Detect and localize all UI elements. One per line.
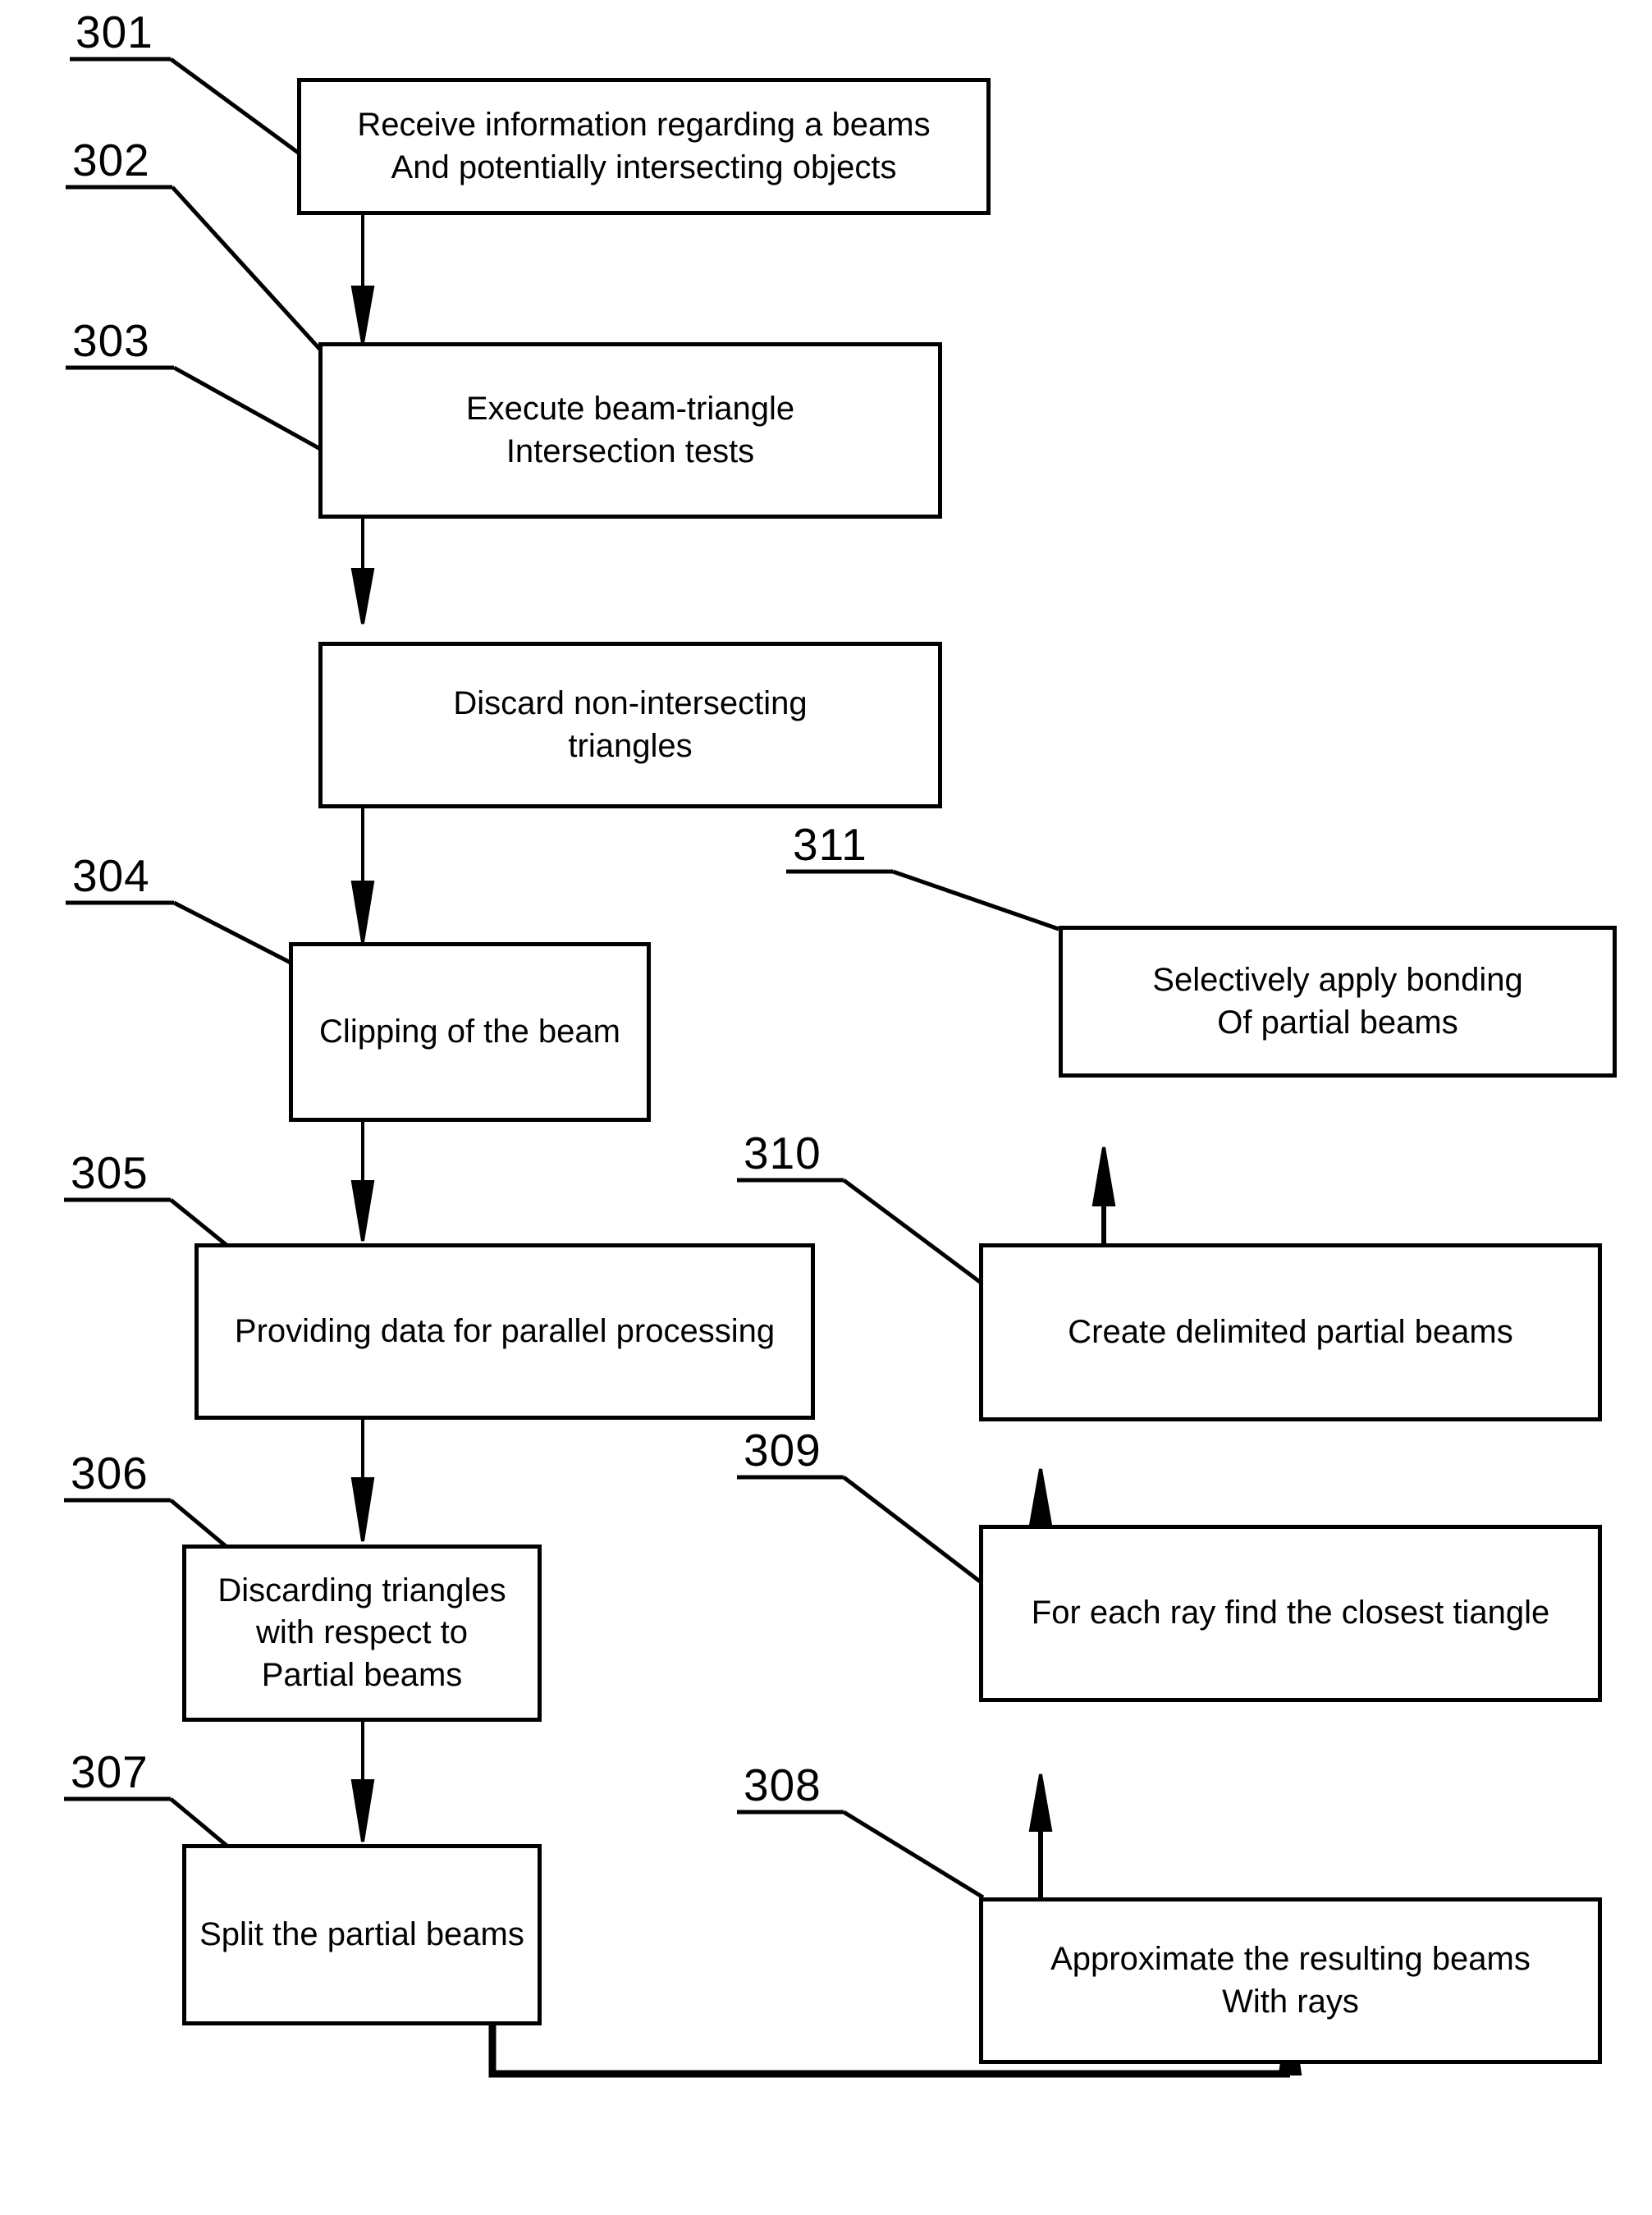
edge-301-302-arrowhead bbox=[350, 286, 375, 344]
process-label-302: Execute beam-triangle Intersection tests bbox=[465, 391, 795, 469]
leader-311-line bbox=[892, 869, 1059, 931]
process-label-311: Selectively apply bonding Of partial bea… bbox=[1152, 962, 1523, 1041]
process-box-301[interactable]: Receive information regarding a beams An… bbox=[297, 78, 991, 215]
leader-303-line bbox=[172, 365, 323, 452]
ref-number-305: 305 bbox=[71, 1147, 149, 1198]
process-label-310: Create delimited partial beams bbox=[1068, 1313, 1513, 1350]
process-label-307: Split the partial beams bbox=[199, 1915, 524, 1952]
ref-number-309: 309 bbox=[744, 1425, 821, 1476]
process-label-304: Clipping of the beam bbox=[319, 1013, 620, 1050]
ref-number-308: 308 bbox=[744, 1760, 821, 1810]
edge-306-307-arrowhead bbox=[350, 1779, 375, 1842]
edge-308-309-arrowhead bbox=[1028, 1773, 1053, 1832]
process-label-308: Approximate the resulting beams With ray… bbox=[1050, 1941, 1531, 2020]
process-label-301: Receive information regarding a beams An… bbox=[357, 107, 931, 185]
ref-number-304: 304 bbox=[72, 850, 150, 901]
process-box-308[interactable]: Approximate the resulting beams With ray… bbox=[979, 1897, 1602, 2064]
process-box-307[interactable]: Split the partial beams bbox=[182, 1844, 542, 2025]
flowchart-figure: 301 302 303 304 305 306 307 308 309 310 … bbox=[0, 0, 1652, 2215]
edge-304-305-arrowhead bbox=[350, 1180, 375, 1242]
process-box-304[interactable]: Clipping of the beam bbox=[289, 942, 651, 1122]
ref-number-311: 311 bbox=[793, 819, 867, 870]
leader-304-line bbox=[172, 900, 295, 967]
edge-302-303-arrowhead bbox=[350, 568, 375, 625]
process-box-306[interactable]: Discarding triangles with respect to Par… bbox=[182, 1545, 542, 1722]
leader-308-line bbox=[842, 1810, 985, 1900]
edge-309-310-arrowhead bbox=[1028, 1468, 1053, 1526]
process-label-303: Discard non-intersecting triangles bbox=[453, 685, 808, 764]
leader-301-line bbox=[169, 57, 302, 157]
ref-number-303: 303 bbox=[72, 315, 150, 366]
ref-number-310: 310 bbox=[744, 1128, 821, 1178]
ref-number-301: 301 bbox=[76, 7, 153, 57]
ref-number-306: 306 bbox=[71, 1448, 149, 1499]
process-label-309: For each ray find the closest tiangle bbox=[1031, 1595, 1550, 1632]
process-box-305[interactable]: Providing data for parallel processing bbox=[194, 1243, 815, 1420]
edge-310-311-arrowhead bbox=[1091, 1146, 1116, 1206]
ref-number-302: 302 bbox=[72, 135, 150, 185]
leader-309-line bbox=[842, 1476, 985, 1586]
leader-310-line bbox=[842, 1178, 985, 1287]
ref-number-307: 307 bbox=[71, 1746, 149, 1797]
process-box-310[interactable]: Create delimited partial beams bbox=[979, 1243, 1602, 1421]
process-box-311[interactable]: Selectively apply bonding Of partial bea… bbox=[1059, 926, 1617, 1078]
edge-303-304-arrowhead bbox=[350, 881, 375, 943]
process-box-309[interactable]: For each ray find the closest tiangle bbox=[979, 1525, 1602, 1702]
process-box-302[interactable]: Execute beam-triangle Intersection tests bbox=[318, 342, 942, 519]
process-label-305: Providing data for parallel processing bbox=[234, 1312, 776, 1349]
edge-305-306-arrowhead bbox=[350, 1477, 375, 1542]
process-label-306: Discarding triangles with respect to Par… bbox=[217, 1572, 506, 1693]
process-box-303[interactable]: Discard non-intersecting triangles bbox=[318, 642, 942, 808]
